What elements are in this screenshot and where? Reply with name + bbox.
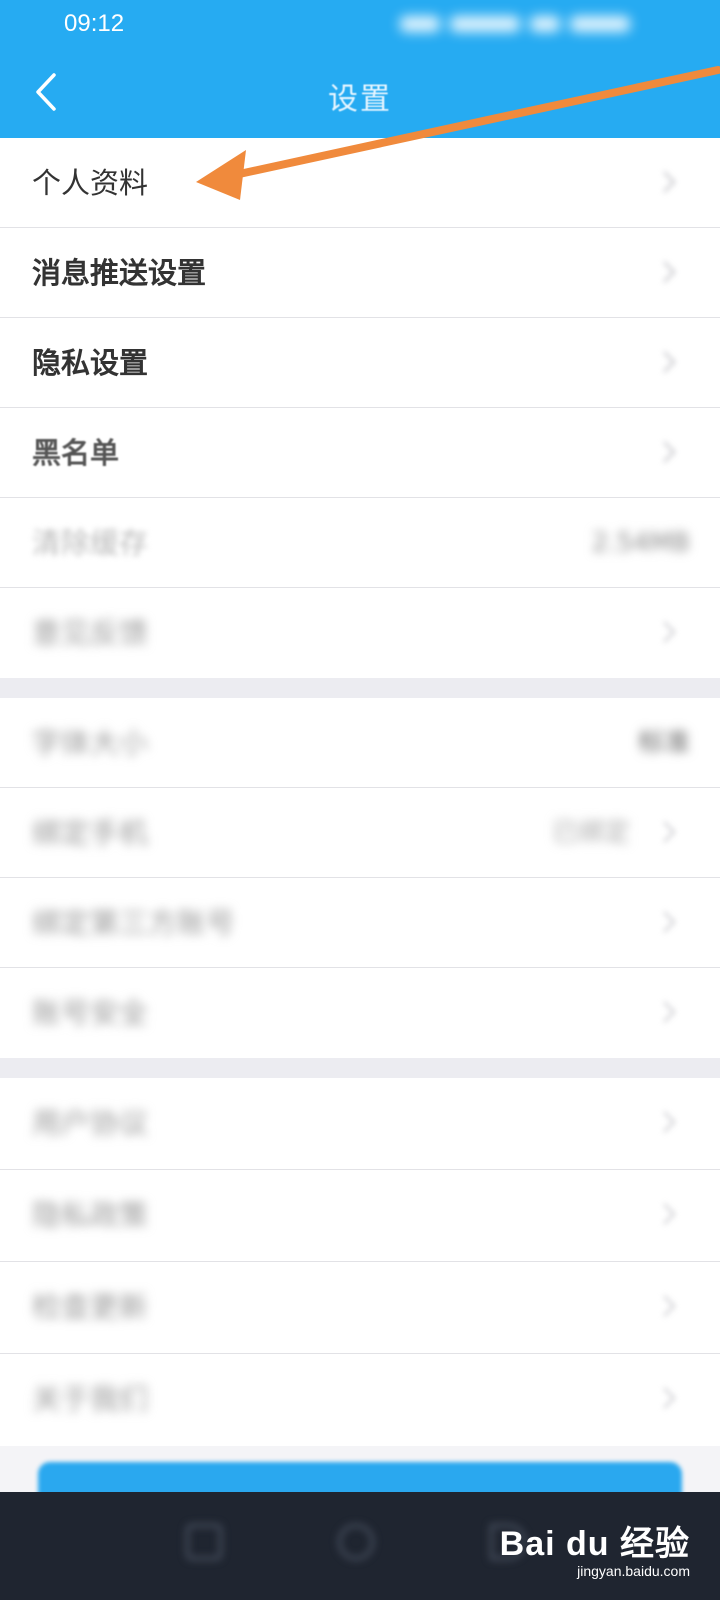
settings-row-account-security[interactable]: 账号安全 [0, 968, 720, 1058]
row-label: 关于我们 [32, 1382, 149, 1416]
row-label: 检查更新 [32, 1290, 149, 1324]
settings-row-privacy-policy[interactable]: 隐私政策 [0, 1170, 720, 1262]
row-label: 黑名单 [32, 436, 120, 470]
chevron-right-icon [663, 351, 676, 373]
recent-apps-icon[interactable] [186, 1524, 222, 1560]
chevron-right-icon [663, 911, 676, 933]
settings-row-profile[interactable]: 个人资料 [0, 138, 720, 228]
settings-row-privacy[interactable]: 隐私设置 [0, 318, 720, 408]
baidu-jingyan-watermark: Bai du 经验 jingyan.baidu.com [500, 1516, 690, 1579]
status-icons [400, 12, 660, 36]
row-label: 清除缓存 [32, 526, 149, 560]
row-label: 消息推送设置 [32, 256, 207, 290]
settings-list: 个人资料 消息推送设置 隐私设置 黑名单 清除缓存 2.54MB 意见反馈 字体… [0, 138, 720, 1446]
watermark-url: jingyan.baidu.com [577, 1563, 690, 1579]
settings-row-push[interactable]: 消息推送设置 [0, 228, 720, 318]
row-label: 绑定手机 [32, 816, 149, 850]
chevron-right-icon [663, 261, 676, 283]
chevron-right-icon [663, 1203, 676, 1225]
row-label: 隐私政策 [32, 1198, 149, 1232]
chevron-right-icon [663, 441, 676, 463]
watermark-brand: Bai du 经验 [499, 1525, 690, 1563]
settings-row-clear-cache[interactable]: 清除缓存 2.54MB [0, 498, 720, 588]
group-divider [0, 1058, 720, 1078]
settings-row-user-agreement[interactable]: 用户协议 [0, 1078, 720, 1170]
group-divider [0, 678, 720, 698]
chevron-right-icon [663, 621, 676, 643]
settings-row-about[interactable]: 关于我们 [0, 1354, 720, 1446]
chevron-right-icon [663, 1387, 676, 1409]
settings-row-feedback[interactable]: 意见反馈 [0, 588, 720, 678]
chevron-right-icon [663, 821, 676, 843]
font-size-value: 标准 [637, 728, 690, 758]
settings-row-bind-phone[interactable]: 绑定手机 已绑定 [0, 788, 720, 878]
chevron-right-icon [663, 1295, 676, 1317]
bind-phone-value: 已绑定 [551, 818, 630, 848]
row-label: 个人资料 [32, 166, 149, 200]
settings-row-check-update[interactable]: 检查更新 [0, 1262, 720, 1354]
row-label: 用户协议 [32, 1106, 149, 1140]
row-label: 意见反馈 [32, 616, 149, 650]
chevron-right-icon [663, 171, 676, 193]
page-title: 设置 [328, 82, 392, 117]
row-label: 账号安全 [32, 996, 149, 1030]
row-label: 绑定第三方账号 [32, 906, 236, 940]
settings-row-third-party[interactable]: 绑定第三方账号 [0, 878, 720, 968]
status-time: 09:12 [64, 10, 125, 37]
row-label: 字体大小 [32, 726, 149, 760]
app-header: 09:12 设置 [0, 0, 720, 138]
home-icon[interactable] [338, 1524, 374, 1560]
cache-size: 2.54MB [591, 528, 690, 558]
chevron-right-icon [663, 1111, 676, 1133]
settings-row-font-size[interactable]: 字体大小 标准 [0, 698, 720, 788]
chevron-right-icon [663, 1001, 676, 1023]
settings-row-blacklist[interactable]: 黑名单 [0, 408, 720, 498]
row-label: 隐私设置 [32, 346, 149, 380]
